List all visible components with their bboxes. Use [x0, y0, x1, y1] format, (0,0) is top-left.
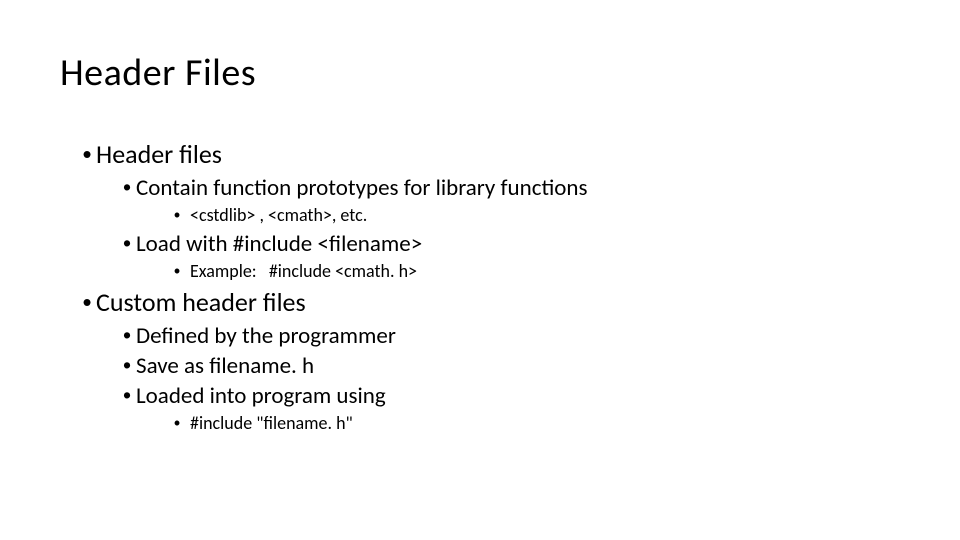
- bullet-text: Defined by the programmer: [136, 322, 396, 350]
- bullet-icon: •: [118, 352, 136, 379]
- bullet-level3: • Example: #include <cmath. h>: [168, 260, 900, 282]
- bullet-icon: •: [78, 139, 96, 170]
- bullet-level2: • Loaded into program using: [118, 382, 900, 410]
- slide-title: Header Files: [60, 50, 900, 96]
- bullet-level1: • Custom header files: [78, 286, 900, 318]
- bullet-text: Save as filename. h: [136, 352, 314, 380]
- bullet-level2: • Save as filename. h: [118, 352, 900, 380]
- bullet-icon: •: [168, 205, 186, 226]
- slide: Header Files • Header files • Contain fu…: [0, 0, 960, 540]
- bullet-icon: •: [118, 382, 136, 409]
- bullet-icon: •: [78, 287, 96, 318]
- bullet-text: Custom header files: [96, 286, 306, 318]
- bullet-text: Example: #include <cmath. h>: [190, 260, 417, 282]
- bullet-icon: •: [168, 413, 186, 434]
- bullet-level2: • Defined by the programmer: [118, 322, 900, 350]
- bullet-icon: •: [118, 230, 136, 257]
- bullet-text: Load with #include <filename>: [136, 230, 422, 258]
- bullet-level3: • <cstdlib> , <cmath>, etc.: [168, 204, 900, 226]
- bullet-text: Contain function prototypes for library …: [136, 174, 587, 202]
- bullet-text: Header files: [96, 138, 222, 170]
- bullet-text: Loaded into program using: [136, 382, 386, 410]
- bullet-icon: •: [118, 322, 136, 349]
- bullet-text: <cstdlib> , <cmath>, etc.: [190, 204, 367, 226]
- bullet-level1: • Header files: [78, 138, 900, 170]
- bullet-icon: •: [168, 261, 186, 282]
- bullet-level2: • Contain function prototypes for librar…: [118, 174, 900, 202]
- bullet-icon: •: [118, 174, 136, 201]
- bullet-level2: • Load with #include <filename>: [118, 230, 900, 258]
- bullet-level3: • #include "filename. h": [168, 412, 900, 434]
- bullet-text: #include "filename. h": [190, 412, 353, 434]
